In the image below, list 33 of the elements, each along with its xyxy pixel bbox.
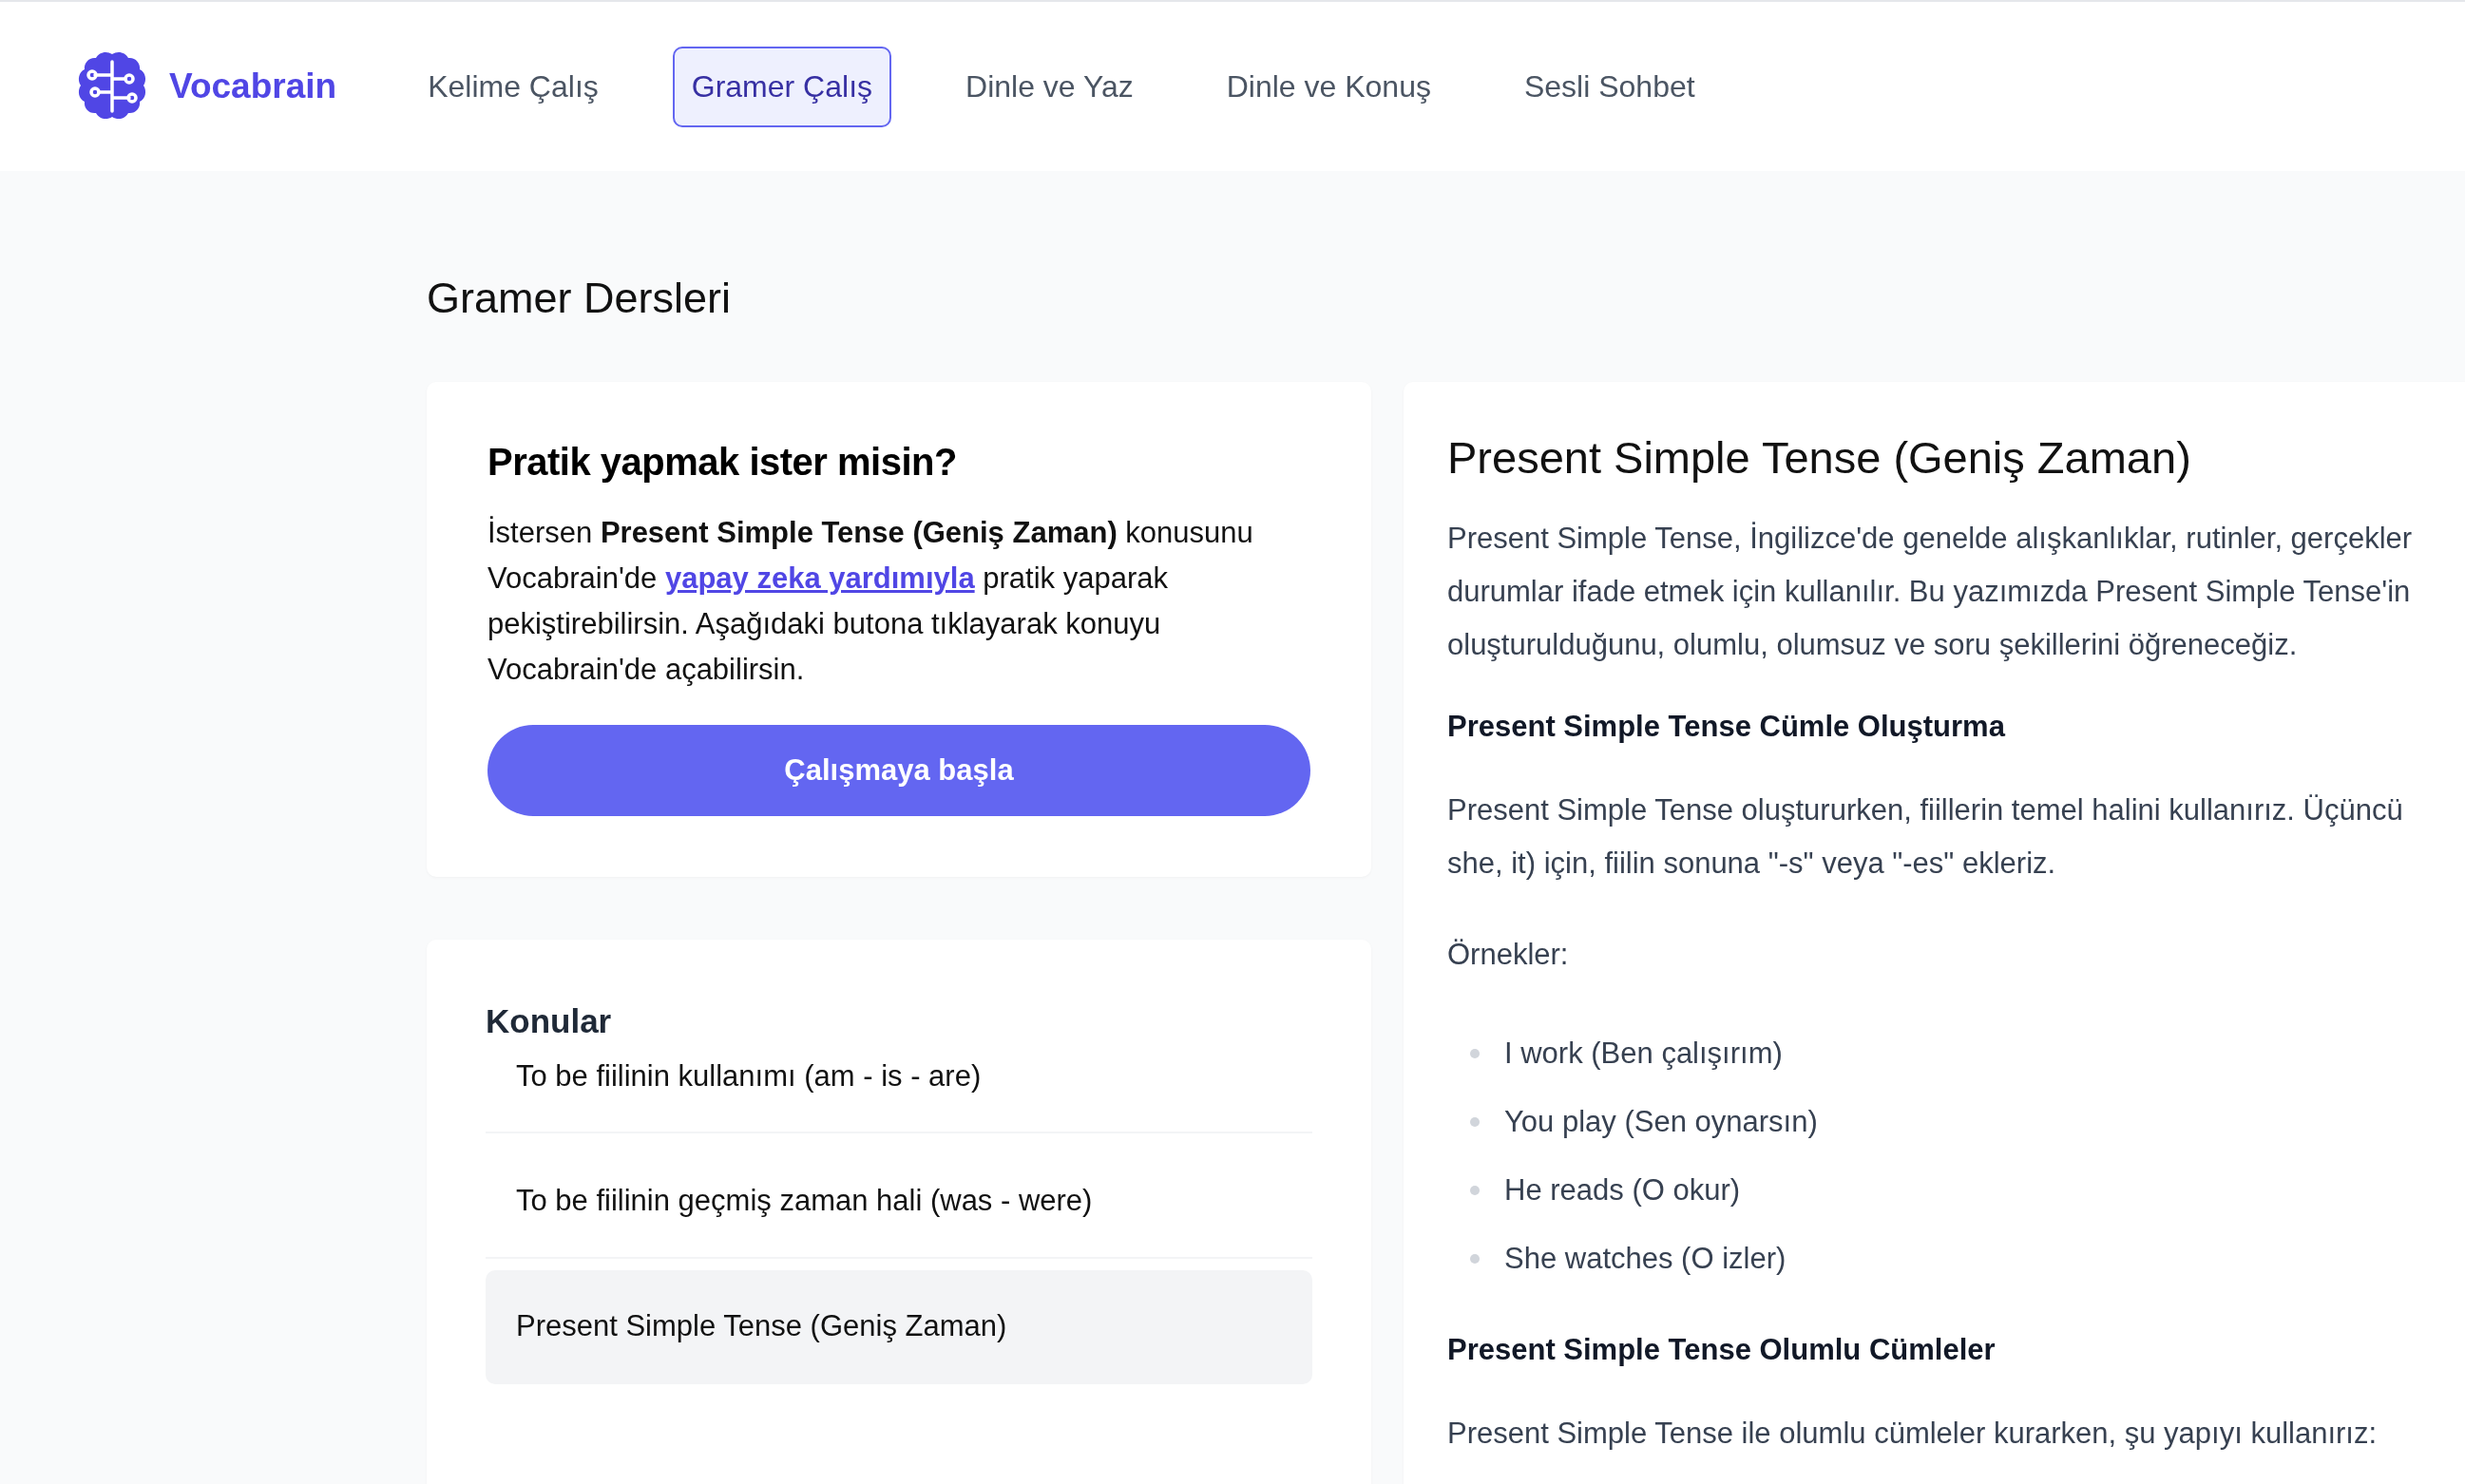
list-item: You play (Sen oynarsın) (1504, 1105, 1818, 1139)
paragraph-line: Present Simple Tense, İngilizce'de genelde alışkanlıklar, rutinler, gerçekler (1447, 521, 2414, 557)
paragraph-line: Present Simple Tense oluştururken, fiillerin temel halini kullanırız. Üçüncü (1447, 792, 2404, 828)
bullet-icon (1470, 1254, 1480, 1264)
nav-tab[interactable]: Kelime Çalış (409, 46, 618, 127)
topic-item[interactable]: To be fiilinin kullanımı (am - is - are) (486, 1050, 1312, 1133)
nav-tab[interactable]: Dinle ve Konuş (1207, 46, 1450, 127)
card-title: Pratik yapmak ister misin? (487, 441, 958, 484)
brand-name[interactable]: Vocabrain (169, 67, 337, 106)
paragraph-line: Present Simple Tense ile olumlu cümleler kurarken, şu yapıyı kullanırız: (1447, 1416, 2379, 1452)
practice-paragraph: İstersen Present Simple Tense (Geniş Zaman) konusunu Vocabrain'de yapay zeka yardımıyla pratik yaparak pekiştirebilirsin. Aşağıdaki butona tıklayarak konuyu Vocabrain'de açabilirsin. (487, 515, 1254, 688)
list-item: She watches (O izler) (1504, 1242, 1787, 1276)
paragraph-line: Örnekler: (1447, 937, 1570, 973)
nav-tab[interactable]: Sesli Sohbet (1504, 46, 1714, 127)
inline-link[interactable]: yapay zeka yardımıyla (664, 561, 975, 595)
bullet-icon (1470, 1186, 1480, 1195)
bullet-icon (1470, 1117, 1480, 1127)
page-title: Gramer Dersleri (427, 274, 733, 323)
section-heading: Present Simple Tense Olumlu Cümleler (1447, 1333, 1997, 1367)
topics-title: Konular (486, 1002, 613, 1040)
section-heading: Present Simple Tense Cümle Oluşturma (1447, 710, 2007, 744)
article-title: Present Simple Tense (Geniş Zaman) (1447, 431, 2192, 484)
topic-item[interactable]: Present Simple Tense (Geniş Zaman) (486, 1270, 1312, 1384)
nav-tab[interactable]: Dinle ve Yaz (946, 46, 1153, 127)
list-item: He reads (O okur) (1504, 1173, 1741, 1208)
nav-tab[interactable]: Gramer Çalış (672, 46, 891, 127)
list-item: I work (Ben çalışırım) (1504, 1037, 1783, 1071)
paragraph-line: oluşturulduğunu, olumlu, olumsuz ve soru şekillerini öğreneceğiz. (1447, 627, 2299, 663)
start-button[interactable]: Çalışmaya başla (487, 725, 1310, 816)
topic-item[interactable]: To be fiilinin geçmiş zaman hali (was - were) (486, 1145, 1312, 1259)
paragraph-line: durumlar ifade etmek için kullanılır. Bu yazımızda Present Simple Tense'in (1447, 574, 2412, 610)
paragraph-line: she, it) için, fiilin sonuna "-s" veya "-es" ekleriz. (1447, 846, 2057, 882)
bullet-icon (1470, 1049, 1480, 1058)
